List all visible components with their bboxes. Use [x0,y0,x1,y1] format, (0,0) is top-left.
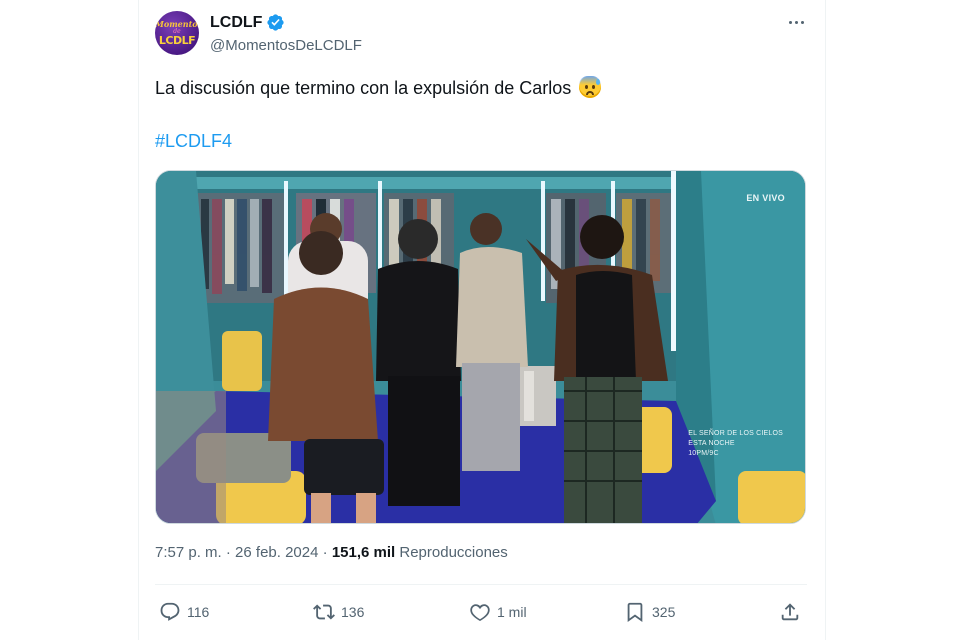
bookmark-icon [627,602,643,623]
avatar-text-bottom: LCDLF [158,34,196,47]
tweet-text-row: La discusión que termino con la expulsió… [155,76,602,100]
share-button[interactable] [779,596,801,628]
views-label: Reproducciones [399,544,508,561]
like-count: 1 mil [497,604,527,620]
heart-icon [470,604,490,622]
reply-button[interactable]: 116 [159,596,209,628]
promo-overlay: EL SEÑOR DE LOS CIELOS ESTA NOCHE 10PM/9… [688,429,783,459]
timeline-border-right [825,0,826,640]
promo-line-1: EL SEÑOR DE LOS CIELOS [688,430,783,437]
promo-line-3: 10PM/9C [688,450,719,457]
more-options-icon[interactable] [785,12,807,32]
verified-badge-icon[interactable] [266,13,285,32]
hashtag-link[interactable]: #LCDLF4 [155,131,232,152]
divider [155,584,807,585]
tweet-media-video[interactable]: EN VIVO EL SEÑOR DE LOS CIELOS ESTA NOCH… [155,170,806,524]
author-handle[interactable]: @MomentosDeLCDLF [210,37,362,54]
author-display-name[interactable]: LCDLF [210,14,262,32]
bookmark-button[interactable]: 325 [624,596,675,628]
tweet-text: La discusión que termino con la expulsió… [155,78,572,98]
tweet-actions: 116 136 1 mil 325 [139,596,825,628]
views-count: 151,6 mil [331,544,396,561]
tweet[interactable]: Momentos de LCDLF LCDLF @MomentosDeLCDLF… [139,0,825,640]
bookmark-count: 325 [652,604,676,620]
live-overlay-label: EN VIVO [746,193,785,203]
share-icon [781,603,799,621]
tweet-time[interactable]: 7:57 p. m. [155,544,222,561]
anxious-face-emoji-icon [579,76,602,98]
reply-count: 116 [187,604,210,620]
video-frame-image [156,171,805,523]
retweet-icon [313,604,335,620]
meta-separator: · [225,544,231,561]
avatar[interactable]: Momentos de LCDLF [155,11,199,55]
retweet-count: 136 [341,604,365,620]
tweet-date[interactable]: 26 feb. 2024 [235,544,318,561]
tweet-meta: 7:57 p. m. · 26 feb. 2024 · 151,6 mil Re… [155,544,508,561]
author-name-row[interactable]: LCDLF [210,13,285,32]
retweet-button[interactable]: 136 [313,596,364,628]
promo-line-2: ESTA NOCHE [688,440,735,447]
meta-separator-2: · [322,544,328,561]
reply-icon [160,602,180,621]
like-button[interactable]: 1 mil [469,596,527,628]
